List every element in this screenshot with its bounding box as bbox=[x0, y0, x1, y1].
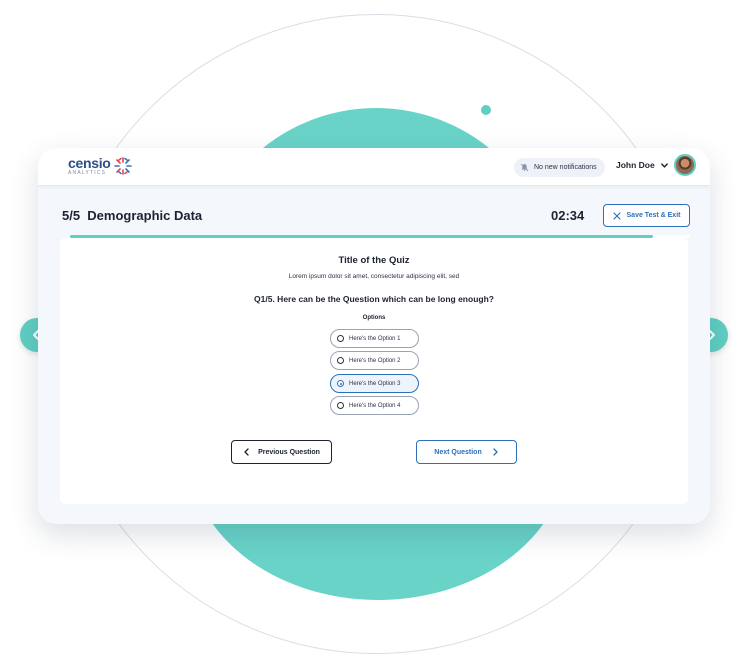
save-test-exit-button[interactable]: Save Test & Exit bbox=[603, 204, 690, 227]
avatar[interactable] bbox=[673, 154, 696, 176]
notifications-pill[interactable]: No new notifications bbox=[514, 158, 605, 177]
countdown-timer: 02:34 bbox=[551, 208, 585, 223]
chevron-left-icon bbox=[244, 448, 249, 456]
logo-mark-icon bbox=[113, 157, 132, 175]
question-text: Q1/5. Here can be the Question which can… bbox=[254, 294, 494, 304]
radio-button[interactable] bbox=[337, 335, 344, 342]
logo-text: censio ANALYTICS bbox=[68, 156, 111, 176]
quiz-description: Lorem ipsum dolor sit amet, consectetur … bbox=[288, 273, 460, 280]
bell-off-icon bbox=[520, 163, 529, 172]
chevron-down-icon bbox=[660, 162, 668, 168]
quiz-title: Title of the Quiz bbox=[338, 255, 410, 266]
previous-question-label: Previous Question bbox=[258, 448, 320, 456]
chevron-right-icon bbox=[493, 448, 498, 456]
option-3[interactable]: Here's the Option 3 bbox=[330, 374, 419, 393]
next-question-button[interactable]: Next Question bbox=[416, 440, 517, 464]
option-label: Here's the Option 3 bbox=[349, 380, 401, 387]
section-title: 5/5 Demographic Data bbox=[62, 208, 203, 223]
option-1[interactable]: Here's the Option 1 bbox=[330, 329, 419, 348]
option-2[interactable]: Here's the Option 2 bbox=[330, 351, 419, 370]
logo[interactable]: censio ANALYTICS bbox=[68, 156, 132, 176]
app-header: censio ANALYTICS No new notifications Jo… bbox=[38, 148, 710, 186]
logo-subtext: ANALYTICS bbox=[68, 170, 107, 176]
option-label: Here's the Option 2 bbox=[349, 357, 401, 364]
option-label: Here's the Option 4 bbox=[349, 402, 401, 409]
option-label: Here's the Option 1 bbox=[349, 335, 401, 342]
logo-word: censio bbox=[68, 155, 111, 171]
previous-question-button[interactable]: Previous Question bbox=[231, 440, 332, 464]
radio-button[interactable] bbox=[337, 402, 344, 409]
notifications-text: No new notifications bbox=[534, 164, 597, 171]
save-test-exit-label: Save Test & Exit bbox=[626, 212, 681, 219]
close-icon bbox=[612, 211, 621, 220]
app-window: censio ANALYTICS No new notifications Jo… bbox=[38, 148, 710, 524]
user-menu[interactable]: John Doe bbox=[616, 154, 696, 176]
radio-button[interactable] bbox=[337, 357, 344, 364]
options-label: Options bbox=[362, 315, 386, 321]
next-question-label: Next Question bbox=[434, 448, 482, 456]
user-name: John Doe bbox=[616, 160, 655, 170]
radio-button[interactable] bbox=[337, 380, 344, 387]
background-teal-dot bbox=[481, 105, 491, 115]
option-4[interactable]: Here's the Option 4 bbox=[330, 396, 419, 415]
quiz-panel: Title of the Quiz Lorem ipsum dolor sit … bbox=[60, 238, 688, 504]
